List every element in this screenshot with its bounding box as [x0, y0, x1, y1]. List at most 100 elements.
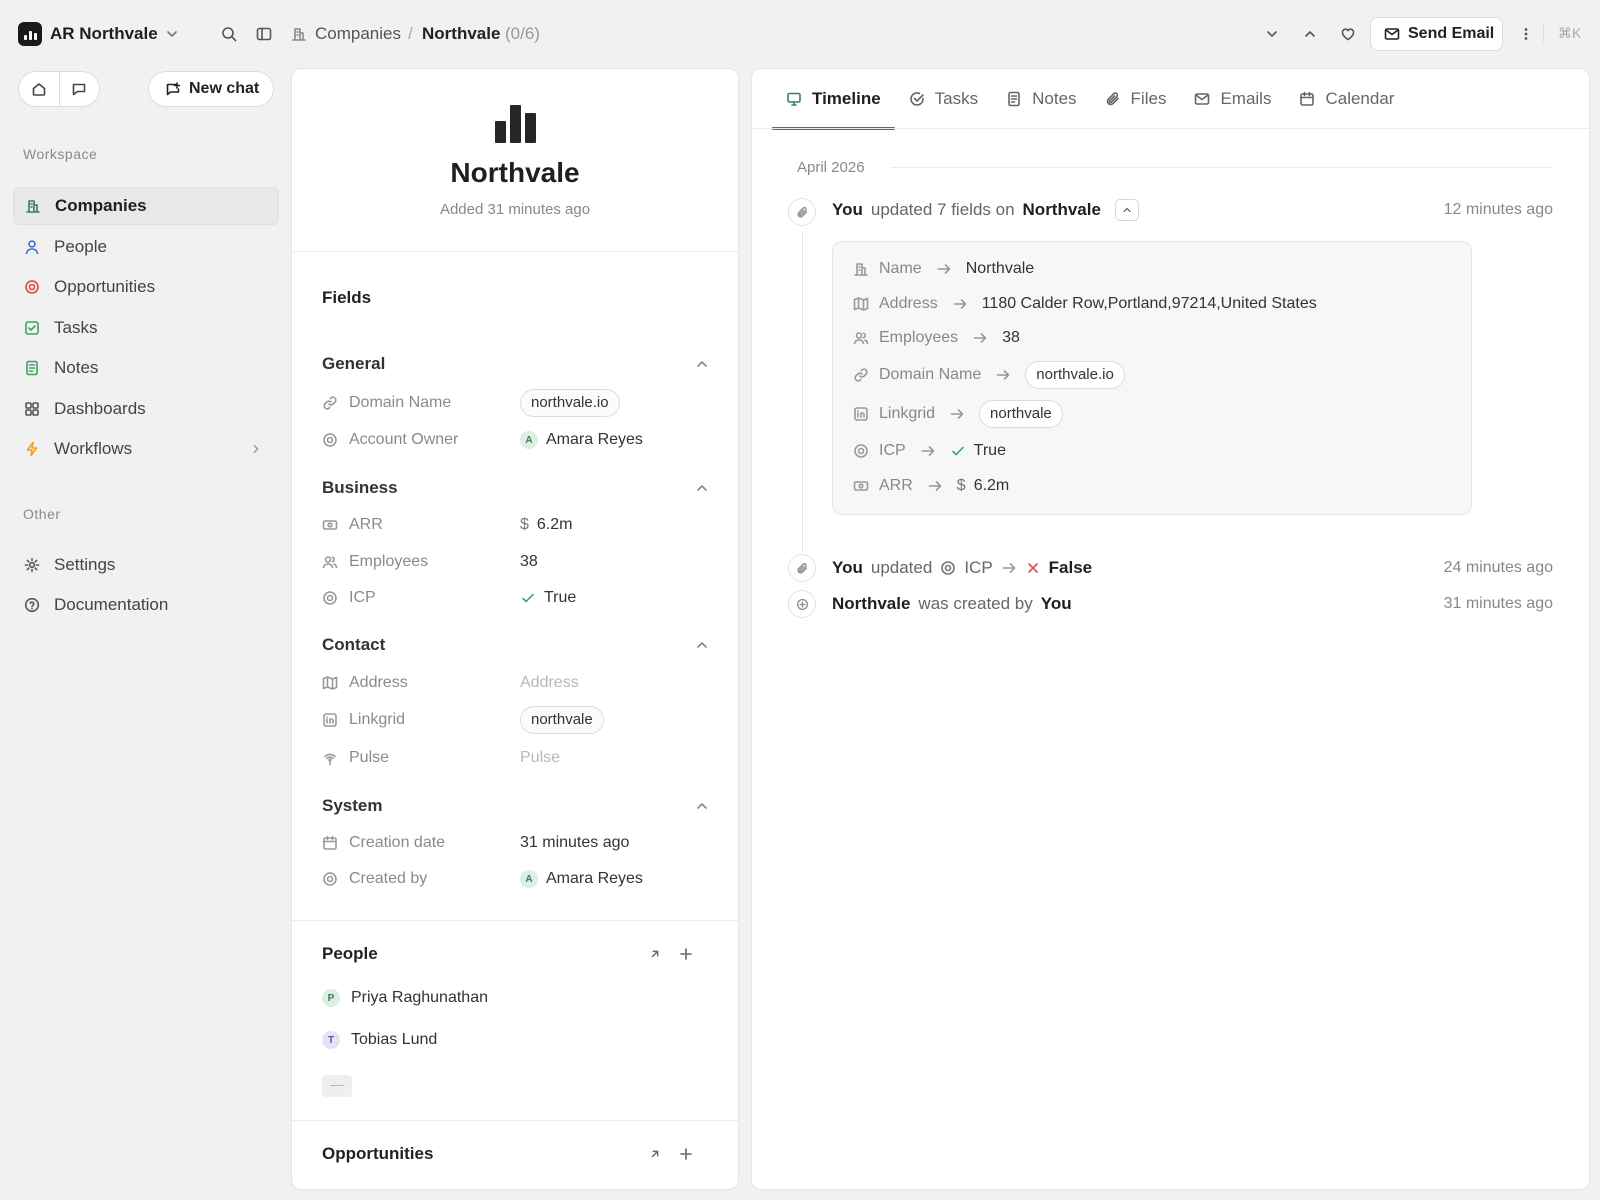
field-value[interactable]: northvale.io: [520, 389, 620, 417]
tab-timeline[interactable]: Timeline: [772, 69, 895, 130]
person-row-tobias[interactable]: T Tobias Lund: [322, 1031, 437, 1049]
change-value: northvale.io: [1025, 361, 1125, 389]
chevron-up-icon[interactable]: [694, 356, 710, 372]
send-email-button[interactable]: Send Email: [1370, 17, 1503, 51]
field-value[interactable]: $ 6.2m: [520, 516, 572, 534]
field-account-owner: Account Owner A Amara Reyes: [322, 426, 712, 454]
field-pulse: Pulse Pulse: [322, 744, 712, 772]
chevron-up-icon[interactable]: [694, 798, 710, 814]
sidebar-item-dashboards[interactable]: Dashboards: [13, 390, 279, 428]
workspace-name[interactable]: AR Northvale: [50, 22, 158, 46]
linkgrid-chip[interactable]: northvale: [979, 400, 1063, 428]
tab-emails[interactable]: Emails: [1180, 69, 1285, 129]
group-general-title[interactable]: General: [322, 354, 385, 374]
other-heading: Other: [23, 506, 61, 522]
next-record-icon[interactable]: [1264, 26, 1280, 42]
field-created-by: Created by A Amara Reyes: [322, 865, 712, 893]
sidebar-item-tasks[interactable]: Tasks: [13, 309, 279, 347]
arr-amount: 6.2m: [536, 516, 573, 533]
field-label: Created by: [349, 870, 428, 887]
chat-icon[interactable]: [58, 72, 99, 106]
address-input[interactable]: Address: [520, 674, 579, 692]
sidebar-item-documentation[interactable]: Documentation: [13, 586, 279, 624]
add-icon[interactable]: [678, 946, 694, 962]
tab-calendar[interactable]: Calendar: [1285, 69, 1408, 129]
add-icon[interactable]: [678, 1146, 694, 1162]
month-divider: [891, 167, 1551, 168]
grid-icon: [24, 401, 40, 417]
field-value[interactable]: northvale: [520, 706, 604, 734]
field-label: Creation date: [349, 834, 446, 851]
event-subject[interactable]: Northvale: [832, 594, 910, 614]
sidebar-item-settings[interactable]: Settings: [13, 546, 279, 584]
sidebar-item-label: Workflows: [54, 439, 133, 458]
linkgrid-chip[interactable]: northvale: [520, 706, 604, 734]
paperclip-icon: [788, 198, 816, 226]
tab-label: Notes: [1032, 89, 1077, 108]
bolt-icon: [24, 441, 40, 457]
company-logo: [495, 105, 537, 143]
company-name[interactable]: Northvale: [292, 157, 738, 189]
chevron-down-icon[interactable]: [164, 26, 180, 42]
new-chat-button[interactable]: New chat: [148, 71, 274, 107]
person-row-priya[interactable]: P Priya Raghunathan: [322, 989, 488, 1007]
field-value[interactable]: True: [520, 589, 576, 607]
domain-chip[interactable]: northvale.io: [1025, 361, 1125, 389]
arrow-right-icon: [995, 367, 1011, 383]
sidebar-toggle-icon[interactable]: [256, 26, 272, 42]
sidebar-item-companies[interactable]: Companies: [13, 187, 279, 225]
timeline-month: April 2026: [797, 159, 865, 176]
chevron-up-icon[interactable]: [694, 480, 710, 496]
new-chat-icon: [165, 81, 181, 97]
event-actor[interactable]: You: [1041, 594, 1072, 614]
tab-files[interactable]: Files: [1091, 69, 1181, 129]
breadcrumb-current: Northvale: [422, 24, 501, 43]
field-value[interactable]: 38: [520, 553, 538, 571]
search-icon[interactable]: [221, 26, 237, 42]
event-actor[interactable]: You: [832, 558, 863, 578]
chevron-right-icon[interactable]: [249, 442, 263, 456]
field-employees: Employees 38: [322, 548, 712, 576]
domain-chip[interactable]: northvale.io: [520, 389, 620, 417]
pulse-input[interactable]: Pulse: [520, 749, 560, 767]
sidebar-item-opportunities[interactable]: Opportunities: [13, 268, 279, 306]
group-system-title[interactable]: System: [322, 796, 382, 816]
record-count: (0/6): [505, 24, 540, 43]
field-value[interactable]: A Amara Reyes: [520, 431, 643, 449]
favorite-icon[interactable]: [1340, 26, 1356, 42]
arrow-right-icon: [920, 443, 936, 459]
breadcrumb-parent[interactable]: Companies: [315, 22, 401, 46]
tab-notes[interactable]: Notes: [992, 69, 1090, 129]
target-icon: [322, 871, 338, 887]
chevron-up-icon[interactable]: [694, 637, 710, 653]
open-arrow-icon[interactable]: [648, 1147, 662, 1161]
sidebar-item-workflows[interactable]: Workflows: [13, 430, 279, 468]
group-contact-title[interactable]: Contact: [322, 635, 385, 655]
show-more-button[interactable]: —: [322, 1075, 352, 1097]
home-icon[interactable]: [19, 72, 59, 106]
sidebar-item-label: Notes: [54, 358, 99, 377]
event-actor[interactable]: You: [832, 200, 863, 220]
event-time: 31 minutes ago: [1443, 595, 1553, 612]
event-time: 24 minutes ago: [1443, 559, 1553, 576]
collapse-button[interactable]: [1114, 199, 1139, 221]
arrow-right-icon: [952, 296, 968, 312]
help-icon: [24, 597, 40, 613]
field-changes-card: Name Northvale Address 1180 Calder Row,P…: [832, 241, 1472, 515]
tab-tasks[interactable]: Tasks: [895, 69, 992, 129]
field-creation-date: Creation date 31 minutes ago: [322, 829, 712, 857]
sidebar-item-label: Companies: [55, 196, 147, 215]
open-arrow-icon[interactable]: [648, 947, 662, 961]
workspace-logo[interactable]: [18, 22, 42, 46]
event-target[interactable]: Northvale: [1023, 200, 1101, 220]
group-business-title[interactable]: Business: [322, 478, 398, 498]
sidebar-item-notes[interactable]: Notes: [13, 349, 279, 387]
previous-record-icon[interactable]: [1302, 26, 1318, 42]
change-label: Employees: [879, 329, 959, 346]
sidebar-item-people[interactable]: People: [13, 228, 279, 266]
more-options-icon[interactable]: [1518, 26, 1534, 42]
field-value: A Amara Reyes: [520, 870, 643, 888]
check-icon: [520, 590, 536, 606]
field-linkgrid: Linkgrid northvale: [322, 706, 712, 734]
command-shortcut[interactable]: ⌘K: [1558, 24, 1581, 42]
